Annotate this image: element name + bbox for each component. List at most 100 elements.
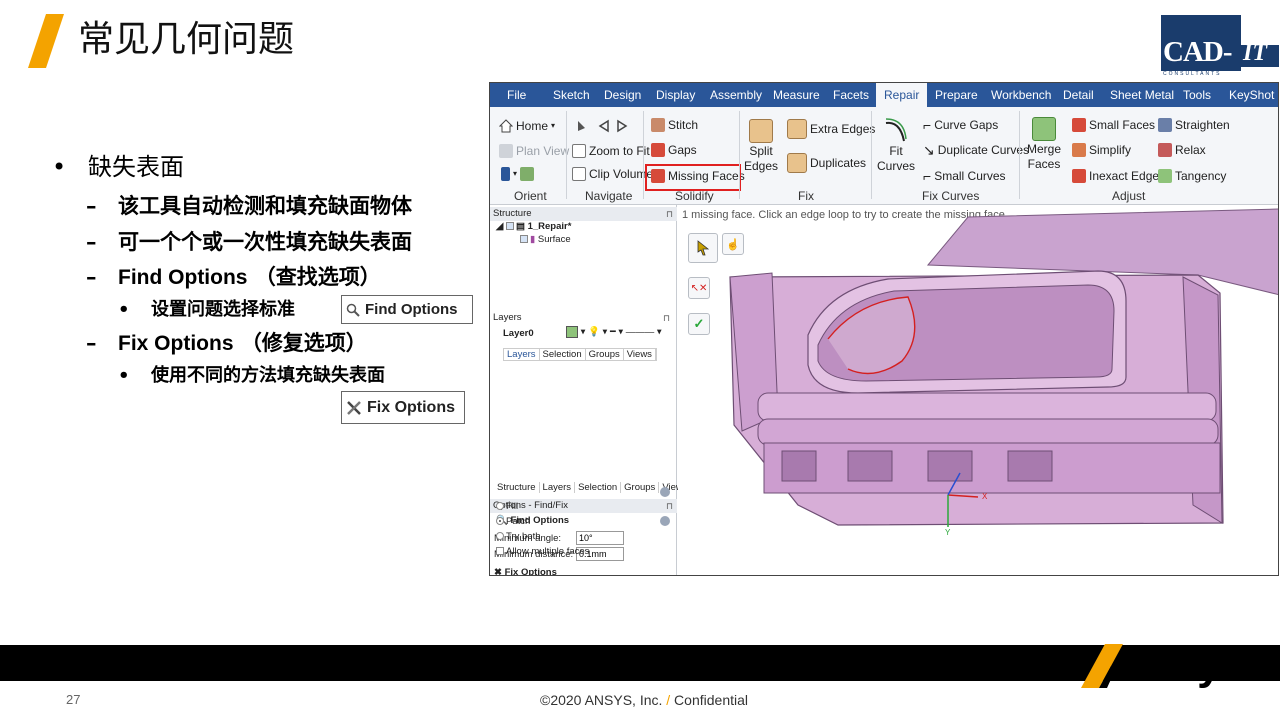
min-angle-field[interactable]: 10° bbox=[576, 531, 624, 545]
menu-detail[interactable]: Detail bbox=[1063, 83, 1094, 107]
bullet-auto-detect: – 该工具自动检测和填充缺面物体 bbox=[86, 193, 412, 218]
inexact-edges-button[interactable]: Inexact Edges bbox=[1072, 169, 1165, 183]
merge-faces-icon bbox=[1032, 117, 1056, 141]
stitch-button[interactable]: Stitch bbox=[651, 118, 698, 132]
checkmark-icon: ✓ bbox=[693, 316, 705, 331]
home-icon bbox=[499, 119, 513, 133]
tree-root[interactable]: ◢ ▤ 1_Repair* bbox=[496, 221, 571, 233]
bullet-missing-faces: • 缺失表面 bbox=[52, 153, 184, 181]
group-label-navigate: Navigate bbox=[585, 189, 633, 203]
bullet-fix-options: – Fix Options （修复选项） bbox=[86, 330, 367, 355]
find-options-button-image: Find Options bbox=[341, 295, 473, 324]
menu-file[interactable]: File bbox=[507, 83, 526, 107]
collapse-fix-icon[interactable] bbox=[660, 487, 670, 497]
tangency-button[interactable]: Tangency bbox=[1158, 169, 1226, 183]
stitch-icon bbox=[651, 118, 665, 132]
menu-bar: File Sketch Design Display Assembly Meas… bbox=[490, 83, 1278, 107]
menu-keyshot[interactable]: KeyShot bbox=[1229, 83, 1274, 107]
extra-edges-button[interactable]: Extra Edges bbox=[787, 119, 875, 139]
copyright: ©2020 ANSYS, Inc. / Confidential bbox=[540, 692, 748, 708]
inexact-edges-icon bbox=[1072, 169, 1086, 183]
cursor-arrow-icon bbox=[697, 240, 710, 256]
axis-y-label: Y bbox=[945, 528, 951, 537]
hand-icon: ☝ bbox=[726, 238, 740, 251]
menu-assembly[interactable]: Assembly bbox=[710, 83, 762, 107]
layers-header: Layers ⊓ bbox=[490, 311, 674, 325]
fit-curves-button[interactable]: Fit Curves bbox=[877, 117, 915, 173]
group-label-solidify: Solidify bbox=[675, 189, 714, 203]
axis-x-label: X bbox=[982, 492, 988, 501]
view-cube-icon bbox=[501, 167, 510, 181]
collapse-find-icon[interactable] bbox=[660, 516, 670, 526]
simplify-button[interactable]: Simplify bbox=[1072, 143, 1131, 157]
try-both-radio[interactable]: Try both bbox=[496, 531, 541, 543]
menu-sheet-metal[interactable]: Sheet Metal bbox=[1110, 83, 1174, 107]
menu-design[interactable]: Design bbox=[604, 83, 641, 107]
ribbon: Home ▾ Plan View ▾ Orient Zoom to Fit Cli… bbox=[490, 107, 1278, 205]
curve-gaps-button[interactable]: ⌐ Curve Gaps bbox=[923, 118, 998, 132]
navigate-arrows[interactable] bbox=[576, 119, 636, 133]
exclude-button[interactable]: ↖✕ bbox=[688, 277, 710, 299]
gaps-icon bbox=[651, 143, 665, 157]
menu-facets[interactable]: Facets bbox=[833, 83, 869, 107]
page-number: 27 bbox=[66, 692, 81, 707]
fix-options-button-image: Fix Options bbox=[341, 391, 465, 424]
merge-faces-button[interactable]: Merge Faces bbox=[1027, 117, 1061, 171]
view-cube-button[interactable]: ▾ bbox=[501, 167, 535, 181]
bullet-set-criteria: • 设置问题选择标准 bbox=[118, 299, 295, 320]
curve-gaps-icon: ⌐ bbox=[923, 117, 932, 133]
gaps-button[interactable]: Gaps bbox=[651, 143, 697, 157]
menu-prepare[interactable]: Prepare bbox=[935, 83, 978, 107]
small-faces-icon bbox=[1072, 118, 1086, 132]
patch-radio[interactable]: Patch bbox=[496, 516, 530, 528]
menu-repair[interactable]: Repair bbox=[876, 83, 928, 107]
menu-sketch[interactable]: Sketch bbox=[553, 83, 590, 107]
split-edges-button[interactable]: Split Edges bbox=[744, 119, 778, 173]
select-loop-button[interactable]: ☝ bbox=[722, 233, 744, 255]
repair-model[interactable] bbox=[678, 205, 1279, 576]
relax-icon bbox=[1158, 143, 1172, 157]
plan-view-icon bbox=[499, 144, 513, 158]
allow-multiple-checkbox[interactable]: Allow multiple faces bbox=[496, 546, 589, 558]
fix-options-section[interactable]: ✖ Fix Options bbox=[494, 567, 557, 575]
exclude-icon: ↖✕ bbox=[690, 282, 708, 294]
duplicate-curves-button[interactable]: ↘ Duplicate Curves bbox=[923, 143, 1029, 157]
menu-workbench[interactable]: Workbench bbox=[991, 83, 1051, 107]
layers-tabs[interactable]: Layers Selection Groups Views bbox=[503, 348, 657, 361]
relax-button[interactable]: Relax bbox=[1158, 143, 1206, 157]
navigate-arrows-icon bbox=[578, 119, 628, 133]
clip-volume-button[interactable]: Clip Volume bbox=[572, 167, 653, 181]
group-label-fix: Fix bbox=[798, 189, 814, 203]
group-label-fix-curves: Fix Curves bbox=[922, 189, 980, 203]
3d-viewport[interactable]: 1 missing face. Click an edge loop to tr… bbox=[678, 205, 1279, 576]
small-curves-button[interactable]: ⌐ Small Curves bbox=[923, 169, 1006, 183]
view-projection-icon bbox=[520, 167, 535, 181]
tree-surface[interactable]: ▮ Surface bbox=[520, 234, 571, 246]
structure-header: Structure ⊓ bbox=[490, 207, 677, 221]
duplicates-button[interactable]: Duplicates bbox=[787, 153, 866, 173]
simplify-icon bbox=[1072, 143, 1086, 157]
spaceclaim-screenshot: File Sketch Design Display Assembly Meas… bbox=[489, 82, 1279, 576]
tools-icon bbox=[347, 400, 361, 415]
layer0-controls[interactable]: ▾ 💡 ▾ ━ ▾ ——— ▾ bbox=[566, 326, 662, 339]
group-label-adjust: Adjust bbox=[1112, 189, 1146, 203]
group-label-orient: Orient bbox=[514, 189, 547, 203]
menu-display[interactable]: Display bbox=[656, 83, 695, 107]
home-button[interactable]: Home ▾ bbox=[499, 119, 555, 133]
plan-view-button[interactable]: Plan View bbox=[499, 144, 569, 158]
straighten-button[interactable]: Straighten bbox=[1158, 118, 1230, 132]
ansys-logo: Ansys bbox=[1079, 640, 1245, 689]
fill-radio[interactable]: Fill bbox=[496, 501, 518, 513]
select-tool-button[interactable] bbox=[688, 233, 718, 263]
complete-button[interactable]: ✓ bbox=[688, 313, 710, 335]
missing-faces-highlight bbox=[645, 164, 741, 191]
menu-measure[interactable]: Measure bbox=[773, 83, 820, 107]
tangency-icon bbox=[1158, 169, 1172, 183]
layer0-row[interactable]: Layer0 bbox=[503, 328, 534, 340]
menu-tools[interactable]: Tools bbox=[1183, 83, 1211, 107]
extra-edges-icon bbox=[787, 119, 807, 139]
duplicate-curves-icon: ↘ bbox=[923, 142, 935, 158]
small-faces-button[interactable]: Small Faces bbox=[1072, 118, 1155, 132]
zoom-to-fit-button[interactable]: Zoom to Fit bbox=[572, 144, 650, 158]
duplicates-icon bbox=[787, 153, 807, 173]
